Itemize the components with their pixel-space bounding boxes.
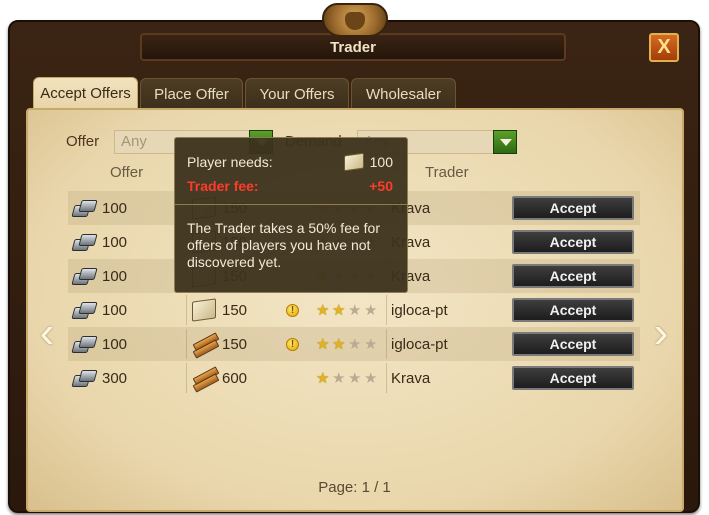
- star-icon: ★: [316, 369, 330, 387]
- tab-wholesaler[interactable]: Wholesaler: [351, 78, 456, 109]
- tooltip-needs-label: Player needs:: [187, 154, 273, 170]
- accept-button[interactable]: Accept: [512, 366, 634, 390]
- trader-name: Krava: [391, 369, 431, 387]
- chevron-left-icon[interactable]: ‹: [36, 311, 58, 355]
- demand-cell: 150: [192, 327, 247, 361]
- star-icon: ★: [316, 301, 330, 319]
- demand-amount: 600: [222, 369, 248, 387]
- demand-cell: 150: [192, 293, 247, 327]
- ore-icon: [72, 199, 96, 217]
- warning-icon: !: [286, 337, 299, 351]
- lion-face: [345, 12, 365, 30]
- rating-cell: ★★★★: [316, 327, 379, 361]
- lion-crest-icon: [322, 3, 388, 37]
- offer-cell: 100: [72, 327, 127, 361]
- tab-your-offers[interactable]: Your Offers: [245, 78, 349, 109]
- offer-filter-label: Offer: [66, 133, 100, 150]
- star-icon: ★: [364, 301, 378, 319]
- action-cell: Accept: [512, 361, 634, 395]
- offer-amount: 300: [102, 369, 128, 387]
- offer-amount: 100: [102, 233, 128, 251]
- column-divider: [386, 363, 387, 393]
- star-icon: ★: [316, 335, 330, 353]
- action-cell: Accept: [512, 191, 634, 225]
- ore-icon: [72, 233, 96, 251]
- column-header-offer: Offer: [110, 164, 144, 181]
- action-cell: Accept: [512, 225, 634, 259]
- demand-amount: 150: [222, 301, 248, 319]
- accept-button[interactable]: Accept: [512, 230, 634, 254]
- trader-name: igloca-pt: [391, 301, 448, 319]
- table-row: 300 600 ★ ★ ★ ★ Krava Accept: [68, 361, 640, 395]
- ore-icon: [72, 369, 96, 387]
- ore-icon: [72, 335, 96, 353]
- tab-bar: Accept Offers Place Offer Your Offers Wh…: [33, 77, 456, 109]
- warning-cell: !: [286, 293, 299, 327]
- offer-amount: 100: [102, 199, 128, 217]
- offer-cell: 100: [72, 225, 127, 259]
- close-button[interactable]: X: [649, 33, 679, 62]
- offer-cell: 100: [72, 293, 127, 327]
- star-icon: ★: [364, 335, 378, 353]
- rating-cell: ★★★★: [316, 293, 379, 327]
- table-row: 100 150! ★ ★ ★ ★ igloca-pt Accept: [68, 327, 640, 361]
- column-divider: [386, 295, 387, 325]
- tooltip-fee-label: Trader fee:: [187, 178, 259, 194]
- marble-icon: [343, 152, 364, 172]
- tooltip-fee-value: +50: [369, 178, 393, 194]
- offer-amount: 100: [102, 335, 128, 353]
- chevron-right-icon[interactable]: ›: [650, 311, 672, 355]
- table-row: 100 150! ★ ★ ★ ★ igloca-pt Accept: [68, 293, 640, 327]
- column-divider: [186, 363, 187, 393]
- ore-icon: [72, 267, 96, 285]
- marble-icon: [192, 298, 216, 322]
- tooltip-needs-amount: 100: [369, 154, 393, 170]
- star-icon: ★: [332, 335, 346, 353]
- page-indicator: Page: 1 / 1: [318, 479, 391, 496]
- star-icon: ★: [364, 369, 378, 387]
- ore-icon: [72, 301, 96, 319]
- offer-cell: 300: [72, 361, 127, 395]
- accept-button[interactable]: Accept: [512, 264, 634, 288]
- offer-cell: 100: [72, 259, 127, 293]
- column-header-trader: Trader: [425, 164, 469, 181]
- rating-cell: ★★★★: [316, 361, 379, 395]
- trader-name: igloca-pt: [391, 335, 448, 353]
- rating-stars: ★★★★: [316, 337, 379, 352]
- tooltip-divider: [175, 204, 407, 205]
- column-divider: [186, 329, 187, 359]
- tab-accept-offers[interactable]: Accept Offers: [33, 77, 138, 109]
- offer-amount: 100: [102, 301, 128, 319]
- trader-fee-tooltip: Player needs: 100 Trader fee: +50 The Tr…: [174, 137, 408, 293]
- rating-stars: ★★★★: [316, 371, 379, 386]
- window-title: Trader: [140, 33, 566, 61]
- action-cell: Accept: [512, 259, 634, 293]
- warning-cell: !: [286, 327, 299, 361]
- action-cell: Accept: [512, 293, 634, 327]
- star-icon: ★: [348, 301, 362, 319]
- accept-button[interactable]: Accept: [512, 298, 634, 322]
- rating-stars: ★★★★: [316, 303, 379, 318]
- star-icon: ★: [332, 369, 346, 387]
- star-icon: ★: [348, 335, 362, 353]
- warning-icon: !: [286, 303, 299, 317]
- accept-button[interactable]: Accept: [512, 196, 634, 220]
- column-divider: [186, 295, 187, 325]
- offer-amount: 100: [102, 267, 128, 285]
- star-icon: ★: [332, 301, 346, 319]
- demand-amount: 150: [222, 335, 248, 353]
- column-divider: [386, 329, 387, 359]
- offer-cell: 100: [72, 191, 127, 225]
- action-cell: Accept: [512, 327, 634, 361]
- demand-filter-dropdown-icon[interactable]: [493, 130, 517, 154]
- plank-icon: [192, 368, 218, 388]
- star-icon: ★: [348, 369, 362, 387]
- tooltip-needs-value: 100: [343, 152, 393, 172]
- accept-button[interactable]: Accept: [512, 332, 634, 356]
- tab-place-offer[interactable]: Place Offer: [140, 78, 243, 109]
- demand-cell: 600: [192, 361, 247, 395]
- tooltip-description: The Trader takes a 50% fee for offers of…: [187, 220, 380, 270]
- plank-icon: [192, 334, 218, 354]
